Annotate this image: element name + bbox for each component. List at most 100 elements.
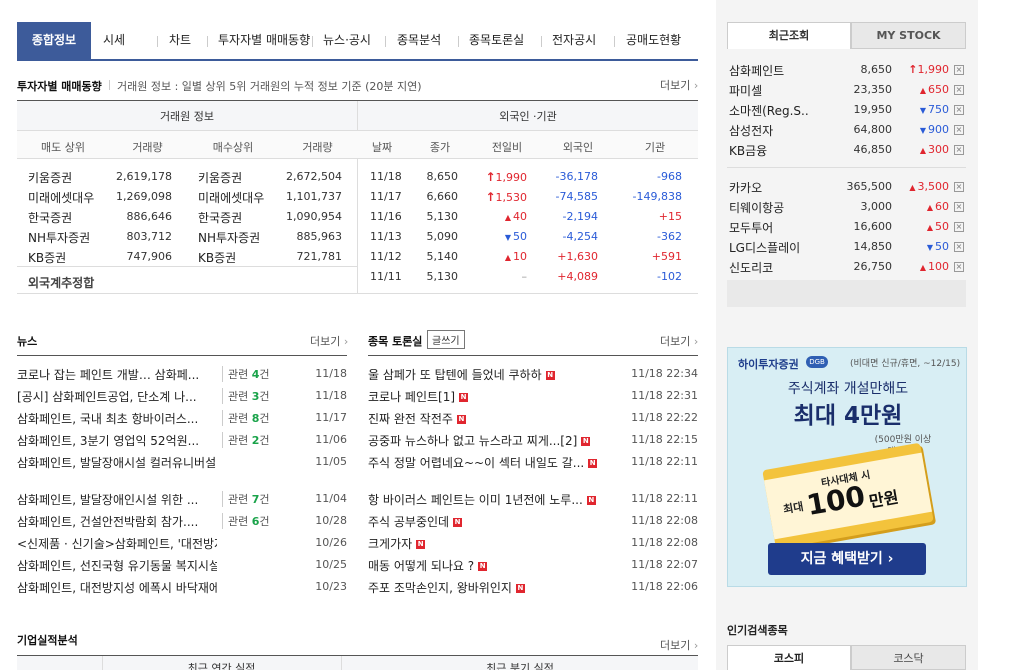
news-headline[interactable]: [공시] 삼화페인트공업, 단소계 나... <box>17 388 197 405</box>
remove-icon[interactable]: × <box>954 222 964 232</box>
tab-short-selling[interactable]: 공매도현황 <box>626 22 681 59</box>
board-post-title[interactable]: 울 삼페가 또 탑텐에 들었네 쿠하하 N <box>368 366 555 383</box>
remove-icon[interactable]: × <box>954 242 964 252</box>
board-post-title[interactable]: 공중파 뉴스하나 없고 뉴스라고 찌게...[2] N <box>368 432 591 449</box>
news-headline[interactable]: 삼화페인트, 발달장애시설 컬러유니버설디자인 ... <box>17 454 217 471</box>
board-post[interactable]: 매동 어떻게 되나요 ? N 11/18 22:07 <box>368 557 698 573</box>
news-related[interactable]: 관련 7건 <box>222 491 270 507</box>
recent-stock-name[interactable]: 파미셀 <box>729 82 762 99</box>
board-post-title[interactable]: 항 바이러스 페인트는 이미 1년전에 노루... N <box>368 491 596 508</box>
write-button[interactable]: 글쓰기 <box>427 330 465 349</box>
recent-stock-name[interactable]: 삼성전자 <box>729 122 773 139</box>
recent-stock-name[interactable]: KB금융 <box>729 142 767 159</box>
recent-stock-name[interactable]: 삼화페인트 <box>729 62 784 79</box>
news-headline[interactable]: <신제품 · 신기술>삼화페인트, '대전방지성 에폭... <box>17 535 217 552</box>
recent-stock-row[interactable]: 신도리코 26,750 100 × <box>729 259 965 275</box>
news-headline[interactable]: 삼화페인트, 선진국형 유기동물 복지시설 '카라 ... <box>17 557 217 574</box>
board-post[interactable]: 주식 정말 어렵네요~~이 섹터 내일도 갈... N 11/18 22:11 <box>368 454 698 470</box>
news-item[interactable]: [공시] 삼화페인트공업, 단소계 나... 관련 3건 11/18 <box>17 388 347 404</box>
board-post-title[interactable]: 코로나 페인트[1] N <box>368 388 469 405</box>
board-post[interactable]: 진짜 완전 작전주 N 11/18 22:22 <box>368 410 698 426</box>
news-headline[interactable]: 삼화페인트, 발달장애인시설 위한 ... <box>17 491 198 508</box>
news-item[interactable]: 삼화페인트, 3분기 영업익 52억원... 관련 2건 11/06 <box>17 432 347 448</box>
recent-stock-name[interactable]: 신도리코 <box>729 259 773 276</box>
news-item[interactable]: <신제품 · 신기술>삼화페인트, '대전방지성 에폭... 10/26 <box>17 535 347 551</box>
tab-summary[interactable]: 종합정보 <box>17 22 91 59</box>
recent-stock-row[interactable]: 삼성전자 64,800 900 × <box>729 122 965 138</box>
investor-more-link[interactable]: 더보기 <box>660 77 698 93</box>
news-item[interactable]: 삼화페인트, 발달장애시설 컬러유니버설디자인 ... 11/05 <box>17 454 347 470</box>
board-post-title[interactable]: 진짜 완전 작전주 N <box>368 410 466 427</box>
recent-stock-row[interactable]: KB금융 46,850 300 × <box>729 142 965 158</box>
news-item[interactable]: 삼화페인트, 건설안전박람회 참가.... 관련 6건 10/28 <box>17 513 347 529</box>
recent-stock-row[interactable]: 티웨이항공 3,000 60 × <box>729 199 965 215</box>
remove-icon[interactable]: × <box>954 85 964 95</box>
ad-banner[interactable]: 하이투자증권 DGB (비대면 신규/휴면, ~12/15) 주식계좌 개설만해… <box>727 347 967 587</box>
news-more-link[interactable]: 더보기 <box>310 333 348 349</box>
board-post-title[interactable]: 크게가자 N <box>368 535 426 552</box>
board-post[interactable]: 코로나 페인트[1] N 11/18 22:31 <box>368 388 698 404</box>
board-post[interactable]: 주포 조막손인지, 왕바위인지 N 11/18 22:06 <box>368 579 698 595</box>
board-post[interactable]: 공중파 뉴스하나 없고 뉴스라고 찌게...[2] N 11/18 22:15 <box>368 432 698 448</box>
earnings-more-link[interactable]: 더보기 <box>660 637 698 653</box>
news-headline[interactable]: 삼화페인트, 건설안전박람회 참가.... <box>17 513 198 530</box>
board-post[interactable]: 항 바이러스 페인트는 이미 1년전에 노루... N 11/18 22:11 <box>368 491 698 507</box>
remove-icon[interactable]: × <box>954 125 964 135</box>
ad-cta-button[interactable]: 지금 혜택받기 › <box>768 543 926 575</box>
recent-stock-row[interactable]: 파미셀 23,350 650 × <box>729 82 965 98</box>
recent-stock-name[interactable]: 모두투어 <box>729 219 773 236</box>
recent-stock-name[interactable]: 소마젠(Reg.S.. <box>729 102 809 119</box>
recent-stock-change: 300 <box>899 143 949 156</box>
broker-buy-name: 한국증권 <box>198 211 243 225</box>
news-headline[interactable]: 삼화페인트, 대전방지성 에폭시 바닥재에 관한 ... <box>17 579 217 596</box>
recent-stock-name[interactable]: LG디스플레이 <box>729 239 800 256</box>
news-related[interactable]: 관련 2건 <box>222 432 270 448</box>
recent-stock-name[interactable]: 티웨이항공 <box>729 199 784 216</box>
board-post-title[interactable]: 매동 어떻게 되나요 ? N <box>368 557 488 574</box>
board-post-title[interactable]: 주식 공부중인데 N <box>368 513 463 530</box>
tab-chart[interactable]: 차트 <box>169 22 191 59</box>
tab-kosdaq[interactable]: 코스닥 <box>851 645 966 670</box>
news-headline[interactable]: 삼화페인트, 국내 최초 항바이러스... <box>17 410 198 427</box>
remove-icon[interactable]: × <box>954 182 964 192</box>
recent-stock-row[interactable]: LG디스플레이 14,850 50 × <box>729 239 965 255</box>
news-item[interactable]: 삼화페인트, 선진국형 유기동물 복지시설 '카라 ... 10/25 <box>17 557 347 573</box>
news-item[interactable]: 코로나 잡는 페인트 개발… 삼화페... 관련 4건 11/18 <box>17 366 347 382</box>
recent-stock-row[interactable]: 소마젠(Reg.S.. 19,950 750 × <box>729 102 965 118</box>
broker-buy-volume: 2,672,504 <box>286 170 342 183</box>
tab-price[interactable]: 시세 <box>103 22 125 59</box>
tab-investor-trading[interactable]: 투자자별 매매동향 <box>218 22 310 59</box>
news-item[interactable]: 삼화페인트, 국내 최초 항바이러스... 관련 8건 11/17 <box>17 410 347 426</box>
recent-stock-name[interactable]: 카카오 <box>729 179 762 196</box>
news-item[interactable]: 삼화페인트, 대전방지성 에폭시 바닥재에 관한 ... 10/23 <box>17 579 347 595</box>
news-headline[interactable]: 코로나 잡는 페인트 개발… 삼화페... <box>17 366 199 383</box>
tab-my-stock[interactable]: MY STOCK <box>851 22 966 49</box>
board-post[interactable]: 울 삼페가 또 탑텐에 들었네 쿠하하 N 11/18 22:34 <box>368 366 698 382</box>
remove-icon[interactable]: × <box>954 262 964 272</box>
broker-sell-name: KB증권 <box>28 251 67 265</box>
news-headline[interactable]: 삼화페인트, 3분기 영업익 52억원... <box>17 432 199 449</box>
remove-icon[interactable]: × <box>954 105 964 115</box>
remove-icon[interactable]: × <box>954 65 964 75</box>
recent-stock-row[interactable]: 카카오 365,500 3,500 × <box>729 179 965 195</box>
tab-kospi[interactable]: 코스피 <box>727 645 851 670</box>
tab-recent-viewed[interactable]: 최근조회 <box>727 22 851 49</box>
board-post-title[interactable]: 주포 조막손인지, 왕바위인지 N <box>368 579 525 596</box>
news-item[interactable]: 삼화페인트, 발달장애인시설 위한 ... 관련 7건 11/04 <box>17 491 347 507</box>
news-related[interactable]: 관련 6건 <box>222 513 270 529</box>
news-related[interactable]: 관련 4건 <box>222 366 270 382</box>
tab-analysis[interactable]: 종목분석 <box>397 22 441 59</box>
board-post[interactable]: 크게가자 N 11/18 22:08 <box>368 535 698 551</box>
board-post[interactable]: 주식 공부중인데 N 11/18 22:08 <box>368 513 698 529</box>
news-related[interactable]: 관련 3건 <box>222 388 270 404</box>
recent-stock-row[interactable]: 삼화페인트 8,650 ↑1,990 × <box>729 62 965 78</box>
remove-icon[interactable]: × <box>954 202 964 212</box>
news-related[interactable]: 관련 8건 <box>222 410 270 426</box>
tab-news-disclosure[interactable]: 뉴스·공시 <box>323 22 371 59</box>
remove-icon[interactable]: × <box>954 145 964 155</box>
tab-discussion[interactable]: 종목토론실 <box>469 22 524 59</box>
recent-stock-row[interactable]: 모두투어 16,600 50 × <box>729 219 965 235</box>
tab-e-disclosure[interactable]: 전자공시 <box>552 22 596 59</box>
board-post-title[interactable]: 주식 정말 어렵네요~~이 섹터 내일도 갈... N <box>368 454 598 471</box>
board-more-link[interactable]: 더보기 <box>660 333 698 349</box>
